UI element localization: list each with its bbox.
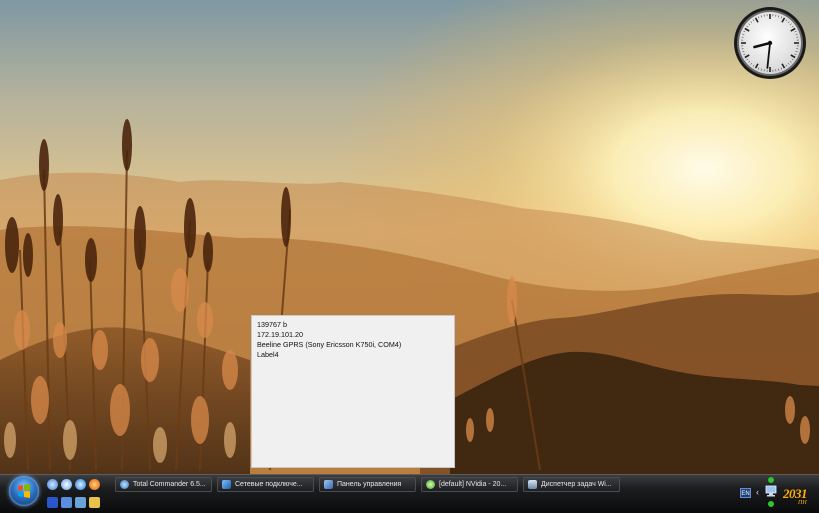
show-desktop-icon[interactable] [47, 479, 58, 490]
network-icon[interactable] [765, 485, 777, 497]
explorer-icon[interactable] [89, 497, 100, 508]
taskbar-button-task-manager[interactable]: Диспетчер задач Wi... [523, 477, 620, 492]
tray-activity-icon[interactable] [768, 501, 774, 507]
taskbar-button-label: Панель управления [337, 481, 401, 488]
nvidia-icon [426, 480, 435, 489]
bytes-counter-label: 139767 b [257, 320, 454, 330]
taskbar-button-label: Диспетчер задач Wi... [541, 481, 612, 488]
tray-status-icon[interactable] [768, 477, 774, 483]
language-indicator[interactable]: EN [740, 488, 751, 498]
tray-expand-chevron-icon[interactable]: ‹ [756, 487, 759, 497]
window-switch-icon[interactable] [61, 497, 72, 508]
ie-icon[interactable] [75, 479, 86, 490]
clock-gadget[interactable] [733, 6, 807, 80]
tray-clock-day: ПН [798, 500, 807, 506]
ip-address-label: 172.19.101.20 [257, 330, 454, 340]
app-icon[interactable] [47, 497, 58, 508]
taskbar-button-nvidia[interactable]: [default] NVidia - 20... [421, 477, 518, 492]
firefox-icon[interactable] [89, 479, 100, 490]
browser-icon[interactable] [61, 479, 72, 490]
taskbar-button-label: [default] NVidia - 20... [439, 481, 506, 488]
control-panel-icon [324, 480, 333, 489]
folder-icon[interactable] [75, 497, 86, 508]
taskbar-button-network-connections[interactable]: Сетевые подключе... [217, 477, 314, 492]
taskbar-button-control-panel[interactable]: Панель управления [319, 477, 416, 492]
start-button[interactable] [9, 476, 39, 506]
connection-info-window: 139767 b 172.19.101.20 Beeline GPRS (Son… [251, 315, 455, 468]
total-commander-icon [120, 480, 129, 489]
label4-text: Label4 [257, 350, 454, 360]
taskbar: Total Commander 6.5... Сетевые подключе.… [0, 474, 819, 513]
network-connections-icon [222, 480, 231, 489]
windows-flag-icon [17, 484, 31, 498]
task-manager-icon [528, 480, 537, 489]
taskbar-button-label: Сетевые подключе... [235, 481, 303, 488]
taskbar-button-total-commander[interactable]: Total Commander 6.5... [115, 477, 212, 492]
taskbar-button-label: Total Commander 6.5... [133, 481, 206, 488]
connection-name-label: Beeline GPRS (Sony Ericsson K750i, COM4) [257, 340, 454, 350]
clock-face-icon [733, 6, 807, 80]
